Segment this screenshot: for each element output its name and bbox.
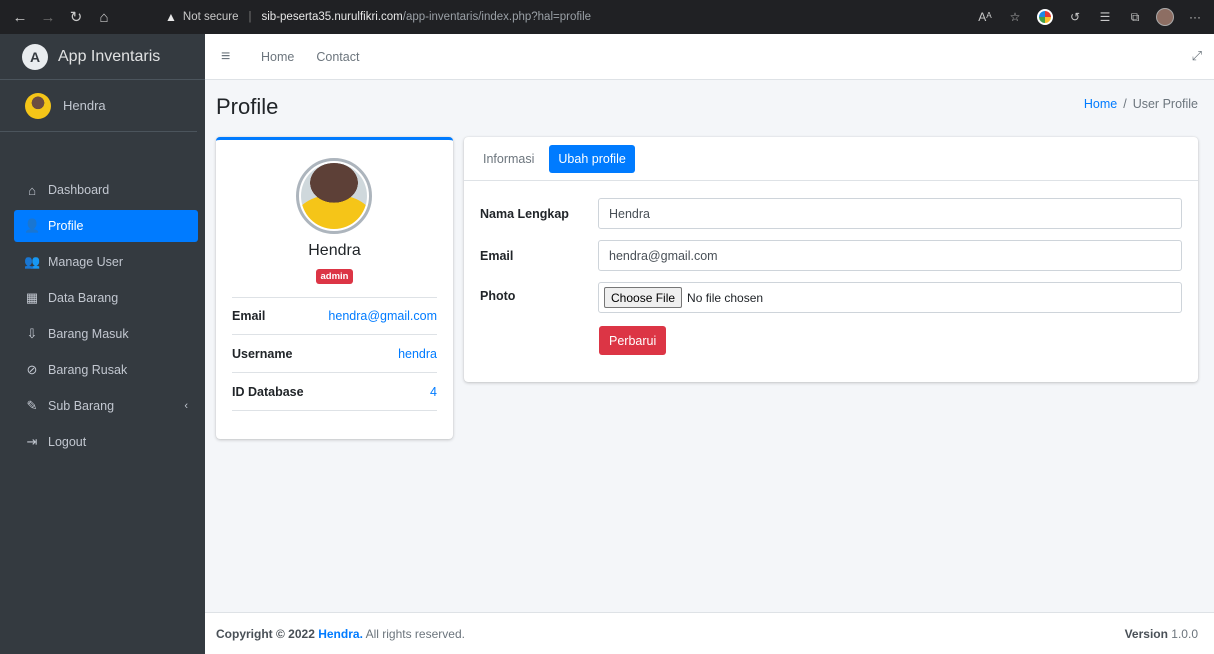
profile-name: Hendra bbox=[308, 242, 361, 259]
sidebar-item-profile[interactable]: 👤 Profile bbox=[14, 210, 198, 242]
home-icon[interactable]: ⌂ bbox=[90, 3, 118, 31]
list-item: ID Database 4 bbox=[232, 373, 437, 411]
brand-logo-icon: A bbox=[22, 43, 48, 70]
version-text: Version 1.0.0 bbox=[1124, 626, 1198, 641]
list-item: Email hendra@gmail.com bbox=[232, 297, 437, 335]
sidebar: A App Inventaris Hendra ⌂ Dashboard 👤 Prof… bbox=[0, 34, 205, 654]
sidebar-item-logout[interactable]: ⇥ Logout bbox=[14, 426, 198, 458]
fullscreen-icon[interactable]: ⤢ bbox=[1192, 48, 1202, 64]
role-badge: admin bbox=[315, 269, 354, 284]
copyright-text: Copyright © 2022 Hendra. All rights rese… bbox=[216, 626, 465, 641]
sidebar-item-barang-rusak[interactable]: ⊘ Barang Rusak bbox=[14, 354, 198, 386]
footer: Copyright © 2022 Hendra. All rights rese… bbox=[205, 612, 1214, 654]
tab-ubah-profile[interactable]: Ubah profile bbox=[549, 144, 635, 173]
address-bar[interactable]: ▲ Not secure | sib-peserta35.nurulfikri.… bbox=[165, 4, 905, 30]
url-text: sib-peserta35.nurulfikri.com/app-inventa… bbox=[261, 11, 592, 23]
not-secure-label: Not secure bbox=[182, 11, 239, 23]
form-row-email: Email hendra@gmail.com bbox=[480, 240, 1182, 271]
dolly-icon: ⇩ bbox=[26, 326, 38, 341]
warning-icon: ▲ bbox=[165, 10, 177, 24]
sidebar-menu: ⌂ Dashboard 👤 Profile 👥 Manage User ▦ Data B… bbox=[0, 174, 205, 458]
email-label: Email bbox=[480, 248, 514, 263]
nav-link-contact[interactable]: Contact bbox=[316, 50, 359, 64]
logout-icon: ⇥ bbox=[26, 434, 38, 449]
menu-icon[interactable]: ≡ bbox=[221, 48, 239, 66]
refresh-extension-icon[interactable]: ↺ bbox=[1064, 6, 1086, 28]
form-row-photo: Photo Choose File No file chosen bbox=[480, 282, 1182, 313]
breadcrumb-current: User Profile bbox=[1132, 97, 1198, 111]
form-row-nama: Nama Lengkap Hendra bbox=[480, 198, 1182, 229]
nav-link-home[interactable]: Home bbox=[261, 50, 294, 64]
nama-input[interactable]: Hendra bbox=[598, 198, 1182, 229]
profile-details: Email hendra@gmail.com Username hendra ID … bbox=[232, 297, 437, 411]
profile-card: Hendra admin Email hendra@gmail.com Usern… bbox=[216, 137, 453, 439]
home-icon: ⌂ bbox=[28, 182, 36, 198]
forward-icon[interactable]: → bbox=[34, 3, 62, 31]
brand-name: App Inventaris bbox=[58, 47, 161, 65]
top-navbar: ≡ Home Contact ⤢ bbox=[205, 34, 1214, 80]
sidebar-item-barang-masuk[interactable]: ⇩ Barang Masuk bbox=[14, 318, 198, 350]
photo-file-input[interactable]: Choose File No file chosen bbox=[598, 282, 1182, 313]
choose-file-button[interactable]: Choose File bbox=[604, 287, 683, 308]
edit-profile-card: Informasi Ubah profile Nama Lengkap Hend… bbox=[464, 137, 1198, 382]
more-icon[interactable]: ··· bbox=[1184, 6, 1206, 28]
email-field[interactable]: hendra@gmail.com bbox=[598, 240, 1182, 271]
footer-brand-link[interactable]: Hendra. bbox=[318, 627, 363, 641]
user-icon: 👤 bbox=[24, 218, 41, 233]
page-title: Profile bbox=[216, 94, 279, 119]
sidebar-item-sub-barang[interactable]: ✎ Sub Barang ‹ bbox=[14, 390, 198, 422]
sidebar-item-data-barang[interactable]: ▦ Data Barang bbox=[14, 282, 198, 314]
tab-informasi[interactable]: Informasi bbox=[474, 145, 543, 173]
profile-icon[interactable] bbox=[1154, 6, 1176, 28]
read-aloud-icon[interactable]: A͏ᴬ bbox=[974, 6, 996, 28]
avatar bbox=[25, 92, 51, 119]
list-item: Username hendra bbox=[232, 335, 437, 373]
edit-icon: ✎ bbox=[26, 398, 38, 413]
favorites-icon[interactable]: ☰ bbox=[1094, 6, 1116, 28]
breadcrumb-home[interactable]: Home bbox=[1084, 97, 1117, 111]
user-name: Hendra bbox=[63, 98, 106, 113]
add-favorite-icon[interactable]: ☆ bbox=[1004, 6, 1026, 28]
sidebar-item-dashboard[interactable]: ⌂ Dashboard bbox=[14, 174, 198, 206]
brand-link[interactable]: A App Inventaris bbox=[0, 34, 205, 80]
chevron-left-icon: ‹ bbox=[184, 400, 188, 412]
collections-icon[interactable]: ⧉ bbox=[1124, 6, 1146, 28]
boxes-icon: ▦ bbox=[25, 290, 39, 305]
browser-toolbar: ← → ↻ ⌂ ▲ Not secure | sib-peserta35.nur… bbox=[0, 0, 1214, 34]
broken-box-icon: ⊘ bbox=[26, 362, 38, 377]
profile-avatar bbox=[296, 158, 372, 234]
user-panel[interactable]: Hendra bbox=[0, 80, 197, 132]
photo-label: Photo bbox=[480, 289, 516, 303]
file-status: No file chosen bbox=[687, 290, 764, 305]
back-icon[interactable]: ← bbox=[6, 3, 34, 31]
nama-label: Nama Lengkap bbox=[480, 206, 569, 221]
users-icon: 👥 bbox=[24, 254, 41, 269]
sidebar-item-manage-user[interactable]: 👥 Manage User bbox=[14, 246, 198, 278]
refresh-icon[interactable]: ↻ bbox=[62, 3, 90, 31]
perbarui-button[interactable]: Perbarui bbox=[599, 326, 667, 355]
extension-icon[interactable] bbox=[1034, 6, 1056, 28]
tab-bar: Informasi Ubah profile bbox=[464, 137, 1198, 181]
breadcrumb: Home / User Profile bbox=[1083, 97, 1198, 111]
